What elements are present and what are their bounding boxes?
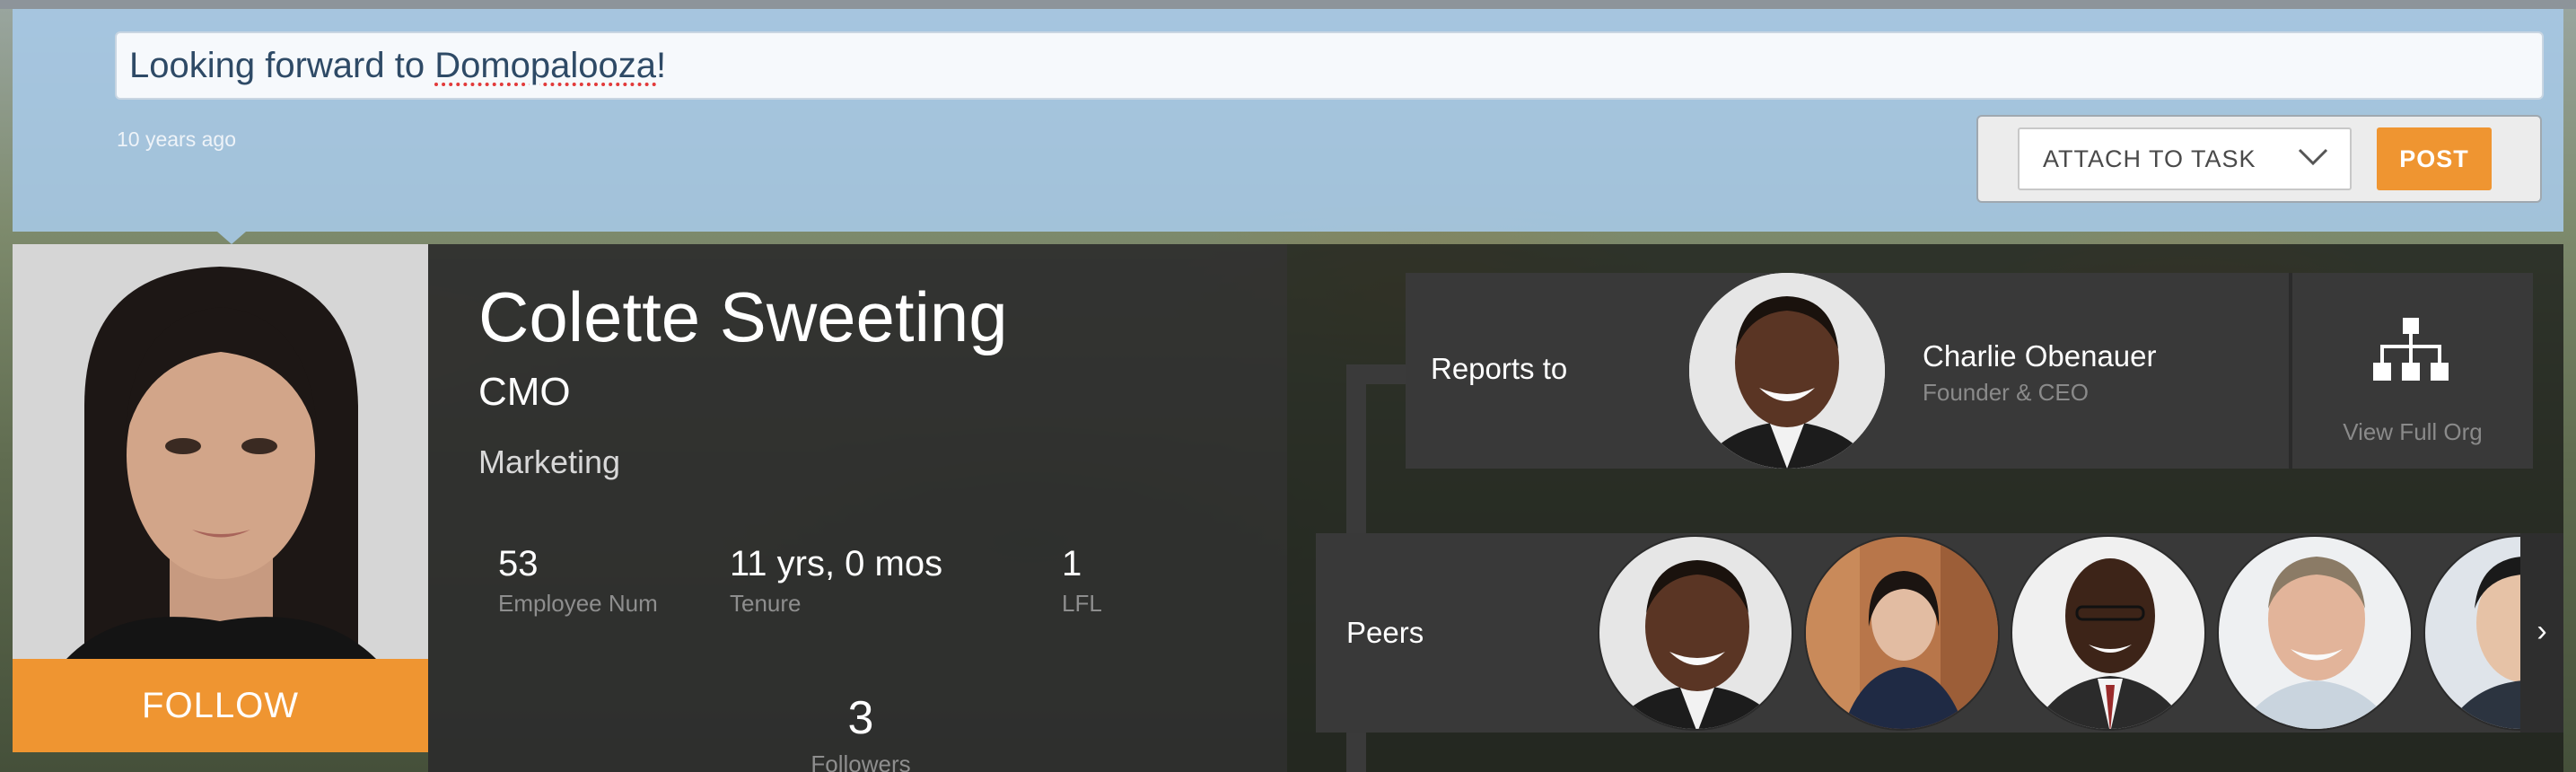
- post-text-after: !: [656, 46, 667, 85]
- profile-department: Marketing: [478, 443, 621, 480]
- profile-name: Colette Sweeting: [478, 277, 1008, 356]
- followers-label: Followers: [810, 750, 911, 772]
- manager-avatar[interactable]: [1689, 273, 1885, 469]
- followers-count: 3: [847, 692, 874, 744]
- chevron-down-icon: [2298, 148, 2328, 166]
- manager-title: Founder & CEO: [1923, 379, 2089, 406]
- stat-value: 53: [498, 544, 539, 583]
- post-button[interactable]: POST: [2377, 127, 2492, 190]
- reports-to-card[interactable]: Reports to Charlie Obenauer Founder & CE…: [1406, 273, 2294, 469]
- org-panel: Reports to Charlie Obenauer Founder & CE…: [1287, 244, 2563, 772]
- stat-employee-num: 53 Employee Num: [498, 544, 658, 618]
- peer-avatar[interactable]: [1598, 535, 1793, 731]
- peer-avatar[interactable]: [2217, 535, 2413, 731]
- stat-value: 1: [1062, 544, 1082, 583]
- peers-card: Peers ›: [1316, 533, 2563, 733]
- manager-name[interactable]: Charlie Obenauer: [1923, 339, 2157, 373]
- post-timestamp: 10 years ago: [117, 127, 236, 151]
- peers-label: Peers: [1346, 616, 1424, 649]
- post-text-misspelled: Domopalooza: [434, 46, 657, 85]
- top-strip: [0, 0, 2576, 9]
- post-actions: ATTACH TO TASK POST: [1976, 115, 2542, 203]
- attach-to-task-select[interactable]: ATTACH TO TASK: [2018, 127, 2352, 190]
- profile-info-panel: Colette Sweeting CMO Marketing 53 Employ…: [428, 244, 1287, 772]
- org-connector: [1346, 364, 1411, 384]
- stat-value: 11 yrs, 0 mos: [730, 544, 943, 583]
- peer-avatar[interactable]: [1804, 535, 2000, 731]
- view-full-org-button[interactable]: View Full Org: [2289, 273, 2533, 469]
- post-input[interactable]: Looking forward to Domopalooza!: [115, 31, 2544, 100]
- post-text-before: Looking forward to: [129, 46, 435, 85]
- peer-avatar[interactable]: [2011, 535, 2206, 731]
- profile-photo: [13, 244, 428, 659]
- chevron-right-icon[interactable]: ›: [2520, 533, 2563, 733]
- follow-button[interactable]: FOLLOW: [13, 659, 428, 752]
- stat-label: LFL: [1062, 590, 1102, 617]
- view-full-org-label: View Full Org: [2343, 418, 2483, 445]
- stat-label: Tenure: [730, 590, 802, 617]
- post-composer: Looking forward to Domopalooza! 10 years…: [13, 9, 2563, 244]
- stat-lfl: 1 LFL: [1062, 544, 1102, 618]
- stat-label: Employee Num: [498, 590, 658, 617]
- stat-tenure: 11 yrs, 0 mos Tenure: [730, 544, 942, 618]
- stat-followers[interactable]: 3 Followers: [762, 691, 959, 772]
- profile-title: CMO: [478, 370, 571, 414]
- org-chart-icon: [2373, 318, 2449, 381]
- attach-to-task-label: ATTACH TO TASK: [2043, 145, 2256, 172]
- reports-to-label: Reports to: [1431, 352, 1568, 385]
